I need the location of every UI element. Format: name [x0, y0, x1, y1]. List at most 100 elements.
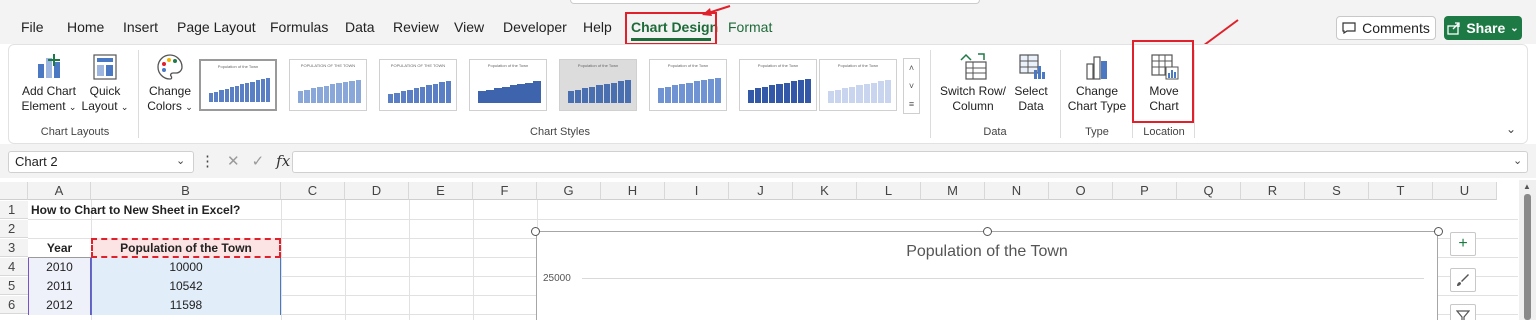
column-header-r[interactable]: R: [1241, 182, 1305, 200]
cell-a5[interactable]: 2011: [28, 277, 91, 295]
column-header-t[interactable]: T: [1369, 182, 1433, 200]
column-header-s[interactable]: S: [1305, 182, 1369, 200]
cell-a1[interactable]: How to Chart to New Sheet in Excel?: [31, 201, 240, 219]
change-chart-type-button[interactable]: Change Chart Type: [1066, 52, 1128, 114]
row-header-4[interactable]: 4: [0, 258, 28, 276]
scrollbar-thumb[interactable]: [1524, 194, 1531, 320]
cell-a6[interactable]: 2012: [28, 296, 91, 314]
group-divider: [1194, 50, 1195, 138]
column-header-c[interactable]: C: [281, 182, 345, 200]
share-button[interactable]: Share ⌄: [1444, 16, 1522, 40]
cancel-icon[interactable]: ✕: [227, 152, 240, 170]
chart-style-thumbnail[interactable]: Population of the Town: [819, 59, 897, 111]
row-header-2[interactable]: 2: [0, 220, 28, 238]
column-header-e[interactable]: E: [409, 182, 473, 200]
column-header-a[interactable]: A: [28, 182, 91, 200]
formula-input[interactable]: [292, 151, 1528, 173]
column-header-u[interactable]: U: [1433, 182, 1497, 200]
column-header-p[interactable]: P: [1113, 182, 1177, 200]
row-header-3[interactable]: 3: [0, 239, 28, 257]
chart-style-thumbnail[interactable]: Population of the Town: [199, 59, 277, 111]
chart-style-thumbnail[interactable]: Population of the Town: [649, 59, 727, 111]
chevron-down-icon[interactable]: ⌄: [1513, 154, 1522, 167]
column-header-f[interactable]: F: [473, 182, 537, 200]
vertical-scrollbar[interactable]: ▲: [1519, 180, 1536, 320]
column-header-b[interactable]: B: [91, 182, 281, 200]
search-box-edge[interactable]: [570, 0, 980, 4]
tab-file[interactable]: File: [21, 19, 44, 35]
chevron-down-icon: ⌄: [1510, 22, 1519, 34]
more-icon[interactable]: ≡: [904, 95, 919, 113]
tab-formulas[interactable]: Formulas: [270, 19, 328, 35]
enter-icon[interactable]: ✓: [252, 152, 265, 170]
resize-handle[interactable]: [983, 227, 992, 236]
share-label: Share: [1466, 20, 1506, 36]
comments-button[interactable]: Comments: [1336, 16, 1436, 40]
column-header-j[interactable]: J: [729, 182, 793, 200]
tab-view[interactable]: View: [454, 19, 484, 35]
change-colors-button[interactable]: Change Colors ⌄: [145, 52, 195, 115]
column-header-k[interactable]: K: [793, 182, 857, 200]
column-header-l[interactable]: L: [857, 182, 921, 200]
gallery-scroll[interactable]: ˄ ˅ ≡: [903, 58, 920, 114]
tab-help[interactable]: Help: [583, 19, 612, 35]
column-header-h[interactable]: H: [601, 182, 665, 200]
column-header-d[interactable]: D: [345, 182, 409, 200]
cell-b3[interactable]: Population of the Town: [91, 238, 281, 258]
resize-handle[interactable]: [531, 227, 540, 236]
tab-review[interactable]: Review: [393, 19, 439, 35]
chevron-up-icon[interactable]: ˄: [904, 59, 919, 77]
tab-data[interactable]: Data: [345, 19, 375, 35]
select-data-button[interactable]: Select Data: [1008, 52, 1054, 114]
insert-function-icon[interactable]: fx: [276, 152, 290, 170]
chart-style-thumbnail[interactable]: POPULATION OF THE TOWN: [379, 59, 457, 111]
chevron-down-icon[interactable]: ⌄: [1506, 122, 1516, 136]
column-header-g[interactable]: G: [537, 182, 601, 200]
tab-page-layout[interactable]: Page Layout: [177, 19, 256, 35]
tab-insert[interactable]: Insert: [123, 19, 158, 35]
chevron-down-icon[interactable]: ˅: [904, 77, 919, 95]
year-header: Year: [46, 241, 73, 255]
chevron-down-icon[interactable]: ⌄: [176, 154, 185, 167]
change-chart-type-icon: [1086, 56, 1107, 80]
cell-b6[interactable]: 11598: [91, 296, 281, 314]
column-header-o[interactable]: O: [1049, 182, 1113, 200]
chart-styles-button[interactable]: [1450, 268, 1476, 292]
chart-style-thumbnail[interactable]: POPULATION OF THE TOWN: [289, 59, 367, 111]
row-header-1[interactable]: 1: [0, 201, 28, 219]
tab-developer[interactable]: Developer: [503, 19, 567, 35]
change-chart-type-label-1: Change: [1075, 84, 1119, 98]
plus-icon: +: [1458, 235, 1468, 252]
chart-filters-button[interactable]: [1450, 304, 1476, 320]
add-chart-element-button[interactable]: Add Chart Element ⌄: [18, 52, 80, 115]
column-header-i[interactable]: I: [665, 182, 729, 200]
chart-style-thumbnail[interactable]: Population of the Town: [739, 59, 817, 111]
cell-a4[interactable]: 2010: [28, 258, 91, 276]
more-icon[interactable]: ⋮: [200, 152, 215, 170]
chevron-up-icon[interactable]: ▲: [1523, 182, 1531, 191]
quick-layout-label-1: Quick: [89, 84, 121, 98]
group-label-type: Type: [1085, 126, 1109, 138]
select-all-corner[interactable]: [0, 182, 28, 200]
column-header-q[interactable]: Q: [1177, 182, 1241, 200]
tab-home[interactable]: Home: [67, 19, 104, 35]
quick-layout-icon: [93, 54, 117, 80]
chart-title[interactable]: Population of the Town: [536, 243, 1438, 261]
chart-style-thumbnail[interactable]: Population of the Town: [559, 59, 637, 111]
population-header: Population of the Town: [120, 241, 252, 255]
name-box[interactable]: Chart 2: [8, 151, 194, 173]
cell-b4[interactable]: 10000: [91, 258, 281, 276]
row-header-5[interactable]: 5: [0, 277, 28, 295]
resize-handle[interactable]: [1434, 227, 1443, 236]
chart-elements-button[interactable]: +: [1450, 232, 1476, 256]
cell-b5[interactable]: 10542: [91, 277, 281, 295]
column-header-n[interactable]: N: [985, 182, 1049, 200]
row-header-6[interactable]: 6: [0, 296, 28, 314]
y-axis-tick-label: 25000: [543, 273, 571, 284]
chart-styles-gallery: Population of the Town POPULATION OF THE…: [198, 55, 920, 115]
chart-style-thumbnail[interactable]: Population of the Town: [469, 59, 547, 111]
switch-row-column-button[interactable]: Switch Row/ Column: [938, 52, 1008, 114]
quick-layout-button[interactable]: Quick Layout ⌄: [80, 52, 130, 115]
column-header-m[interactable]: M: [921, 182, 985, 200]
cell-a3[interactable]: Year: [28, 239, 91, 258]
